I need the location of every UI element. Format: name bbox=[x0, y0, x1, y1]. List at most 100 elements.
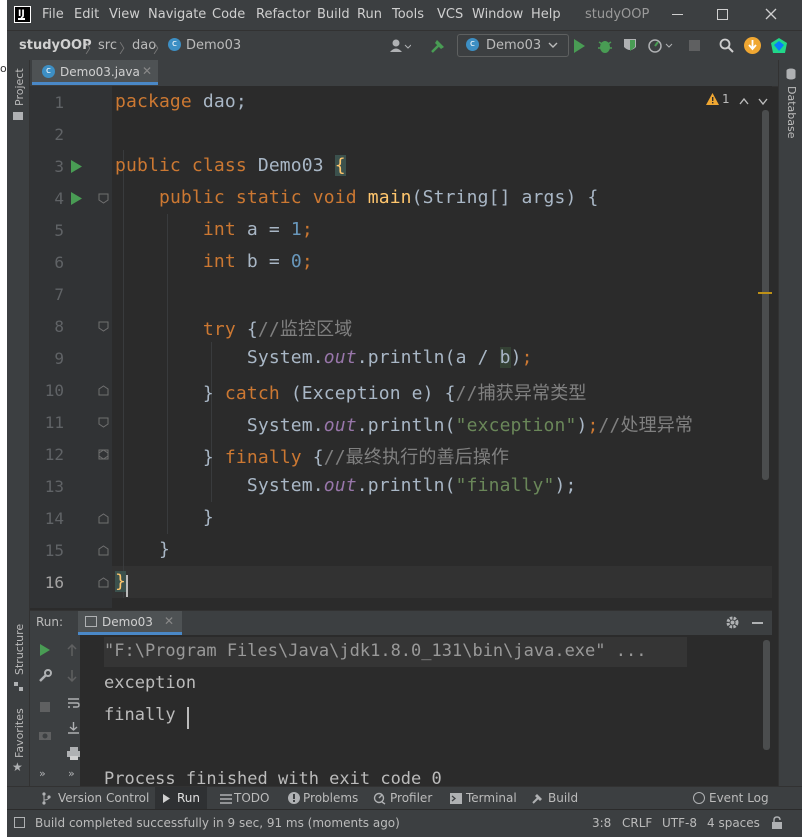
plugin-logo-icon[interactable] bbox=[770, 37, 788, 55]
search-icon[interactable] bbox=[719, 38, 735, 54]
fold-icon[interactable] bbox=[98, 577, 109, 588]
stop-icon[interactable] bbox=[689, 40, 700, 51]
lock-icon[interactable] bbox=[771, 816, 783, 830]
folder-icon bbox=[13, 112, 23, 120]
print-icon[interactable] bbox=[67, 747, 81, 760]
code-editor[interactable]: 1 2 3 4 5 6 7 8 9 10 11 12 13 14 15 16 p bbox=[30, 86, 772, 608]
camera-icon[interactable] bbox=[38, 729, 52, 741]
menu-file[interactable]: File bbox=[42, 7, 64, 22]
line-number: 16 bbox=[44, 573, 64, 592]
code-line: try {//监控区域 bbox=[115, 315, 352, 341]
profiler-tab[interactable]: Profiler bbox=[390, 791, 432, 805]
arrow-up-icon[interactable] bbox=[67, 643, 77, 657]
menu-help[interactable]: Help bbox=[531, 7, 561, 22]
version-control-tab[interactable]: Version Control bbox=[58, 791, 149, 805]
build-tab[interactable]: Build bbox=[548, 791, 578, 805]
menu-refactor[interactable]: Refactor bbox=[256, 7, 311, 22]
console-line: finally bbox=[104, 705, 176, 725]
fold-icon[interactable] bbox=[98, 513, 109, 524]
warning-stripe-marker[interactable] bbox=[758, 292, 772, 294]
menu-run[interactable]: Run bbox=[357, 7, 382, 22]
panel-toggle-icon[interactable] bbox=[14, 817, 25, 828]
run-gutter-icon[interactable] bbox=[70, 159, 83, 174]
profiler-run-icon[interactable] bbox=[647, 37, 675, 54]
text-cursor bbox=[126, 575, 128, 597]
run-tab-demo03[interactable]: Demo03 ✕ bbox=[78, 611, 182, 635]
soft-wrap-icon[interactable] bbox=[67, 697, 80, 710]
coverage-icon[interactable] bbox=[622, 37, 638, 54]
project-tool-window-button[interactable]: Project bbox=[13, 68, 26, 106]
fold-icon[interactable] bbox=[98, 193, 109, 204]
close-tab-icon[interactable]: ✕ bbox=[164, 614, 174, 628]
terminal-tab[interactable]: Terminal bbox=[466, 791, 517, 805]
fold-icon[interactable] bbox=[98, 321, 109, 332]
editor-scrollbar[interactable] bbox=[762, 110, 769, 480]
breadcrumb-project[interactable]: studyOOP bbox=[19, 38, 92, 53]
run-config-select[interactable]: c Demo03 bbox=[457, 34, 569, 57]
indent-setting[interactable]: 4 spaces bbox=[707, 816, 760, 830]
code-token: 1 bbox=[290, 219, 302, 240]
warning-icon[interactable] bbox=[706, 93, 719, 105]
hide-panel-icon[interactable] bbox=[752, 622, 763, 624]
arrow-down-icon[interactable] bbox=[67, 669, 77, 683]
fold-icon[interactable] bbox=[98, 545, 109, 556]
run-icon[interactable] bbox=[572, 38, 586, 54]
rerun-icon[interactable] bbox=[39, 643, 51, 657]
scroll-to-end-icon[interactable] bbox=[67, 721, 80, 735]
menu-build[interactable]: Build bbox=[317, 7, 350, 22]
fold-icon[interactable] bbox=[98, 385, 109, 396]
code-token: .println(a / bbox=[356, 347, 500, 368]
console-scrollbar[interactable] bbox=[763, 640, 770, 750]
structure-tool-window-button[interactable]: Structure bbox=[13, 624, 26, 675]
code-line: System.out.println(a / b); bbox=[115, 347, 533, 368]
chevron-down-icon[interactable] bbox=[758, 95, 768, 106]
user-icon[interactable] bbox=[389, 38, 412, 54]
problems-tab[interactable]: Problems bbox=[303, 791, 358, 805]
maximize-icon[interactable] bbox=[717, 9, 728, 20]
gear-icon[interactable] bbox=[725, 615, 740, 630]
fold-icon[interactable] bbox=[98, 417, 109, 428]
todo-tab[interactable]: TODO bbox=[234, 791, 269, 805]
run-icon bbox=[162, 793, 171, 804]
code-line: public class Demo03 { bbox=[115, 155, 346, 176]
status-message[interactable]: Build completed successfully in 9 sec, 9… bbox=[35, 816, 400, 830]
update-icon[interactable] bbox=[744, 37, 761, 54]
run-tab-label: Demo03 bbox=[102, 615, 153, 629]
line-separator[interactable]: CRLF bbox=[622, 816, 652, 830]
event-log-tab[interactable]: Event Log bbox=[709, 791, 769, 805]
event-log-icon bbox=[693, 792, 705, 804]
menu-tools[interactable]: Tools bbox=[392, 7, 424, 22]
run-gutter-icon[interactable] bbox=[70, 191, 83, 206]
editor-tab-demo03[interactable]: c Demo03.java ✕ bbox=[32, 60, 158, 85]
breadcrumb-separator: 〉 bbox=[85, 42, 99, 57]
minimize-icon[interactable] bbox=[672, 14, 683, 15]
favorites-tool-window-button[interactable]: Favorites bbox=[13, 708, 26, 758]
fold-icon[interactable] bbox=[98, 449, 109, 460]
wrench-icon[interactable] bbox=[38, 669, 52, 683]
close-icon[interactable] bbox=[762, 5, 780, 23]
close-tab-icon[interactable]: ✕ bbox=[142, 64, 152, 78]
menu-view[interactable]: View bbox=[109, 7, 140, 22]
build-hammer-icon[interactable] bbox=[429, 37, 447, 55]
window-title: studyOOP bbox=[585, 7, 650, 22]
more-actions-icon[interactable]: » bbox=[39, 767, 46, 780]
more-actions-icon[interactable]: » bbox=[68, 767, 75, 780]
menu-edit[interactable]: Edit bbox=[74, 7, 99, 22]
code-token: finally bbox=[224, 447, 302, 468]
menu-window[interactable]: Window bbox=[472, 7, 523, 22]
menu-navigate[interactable]: Navigate bbox=[148, 7, 206, 22]
menu-vcs[interactable]: VCS bbox=[437, 7, 463, 22]
problems-icon bbox=[288, 792, 300, 804]
console-output[interactable]: "F:\Program Files\Java\jdk1.8.0_131\bin\… bbox=[80, 635, 763, 786]
stop-icon[interactable] bbox=[40, 702, 50, 712]
debug-icon[interactable] bbox=[597, 37, 613, 54]
caret-position[interactable]: 3:8 bbox=[592, 816, 611, 830]
breadcrumb-demo03[interactable]: Demo03 bbox=[186, 38, 241, 53]
run-tab[interactable]: Run bbox=[177, 791, 200, 805]
chevron-up-icon[interactable] bbox=[739, 94, 749, 105]
version-control-icon bbox=[41, 792, 51, 805]
file-encoding[interactable]: UTF-8 bbox=[662, 816, 697, 830]
breadcrumb-src[interactable]: src bbox=[98, 38, 117, 53]
database-tool-window-button[interactable]: Database bbox=[785, 86, 798, 139]
menu-code[interactable]: Code bbox=[212, 7, 245, 22]
